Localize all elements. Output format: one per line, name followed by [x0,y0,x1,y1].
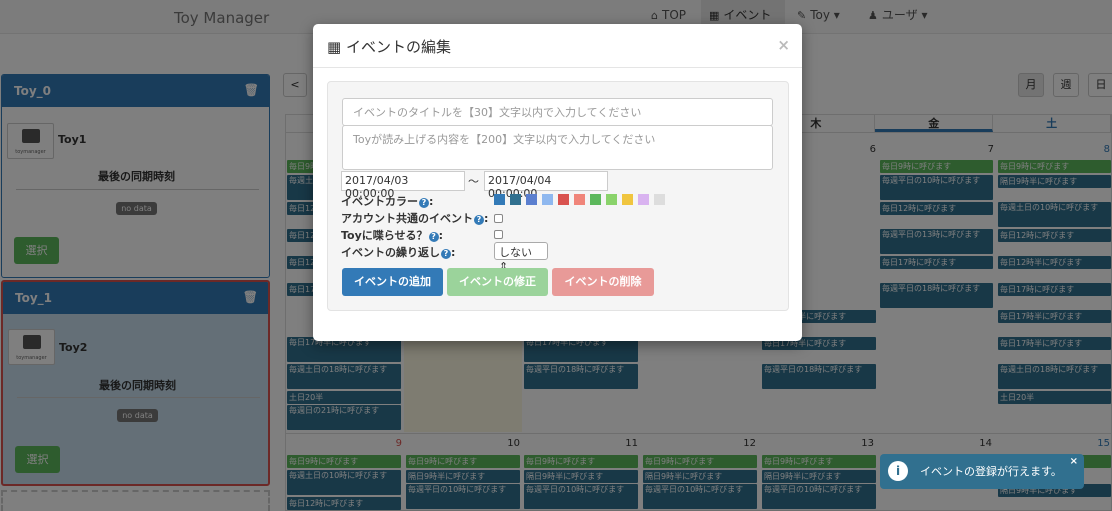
end-datetime-input[interactable]: 2017/04/04 00:00:00 [484,171,608,200]
start-datetime-input[interactable]: 2017/04/03 00:00:00 [341,171,465,200]
shared-checkbox[interactable] [494,214,503,223]
color-swatch[interactable] [622,194,633,205]
color-swatch[interactable] [526,194,537,205]
help-icon[interactable]: ? [428,232,439,242]
close-icon[interactable]: × [1070,456,1078,467]
delete-event-button[interactable]: イベントの削除 [552,268,654,296]
info-icon: i [888,461,908,481]
color-swatch[interactable] [638,194,649,205]
speak-label: Toyに喋らせる？?: [341,229,443,242]
repeat-label: イベントの繰り返し?: [341,246,456,259]
edit-event-button[interactable]: イベントの修正 [447,268,548,296]
repeat-select[interactable]: しない ⇕ [494,242,548,273]
shared-label: アカウント共通のイベント?: [341,212,489,225]
help-icon[interactable]: ? [419,198,429,208]
color-swatch[interactable] [558,194,569,205]
color-swatch[interactable] [590,194,601,205]
color-swatch[interactable] [510,194,521,205]
info-toast: i イベントの登録が行えます。 × [880,454,1084,489]
color-label: イベントカラー?: [341,195,434,208]
close-icon[interactable]: × [777,36,790,54]
color-swatch[interactable] [494,194,505,205]
modal-header: ▦ イベントの編集 [313,24,802,68]
color-swatch[interactable] [606,194,617,205]
help-icon[interactable]: ? [441,249,451,259]
color-swatch[interactable] [654,194,665,205]
event-body-textarea[interactable]: Toyが読み上げる内容を【200】文字以内で入力してください [342,125,773,170]
event-title-input[interactable]: イベントのタイトルを【30】文字以内で入力してください [342,98,773,126]
help-icon[interactable]: ? [474,215,484,225]
modal-title: イベントの編集 [345,38,451,56]
range-tilde: 〜 [468,175,479,188]
calendar-icon: ▦ [327,38,346,56]
color-swatch[interactable] [542,194,553,205]
speak-checkbox[interactable] [494,230,503,239]
color-swatch[interactable] [574,194,585,205]
edit-event-modal: ▦ イベントの編集 × イベントのタイトルを【30】文字以内で入力してください … [313,24,802,341]
add-event-button[interactable]: イベントの追加 [342,268,443,296]
